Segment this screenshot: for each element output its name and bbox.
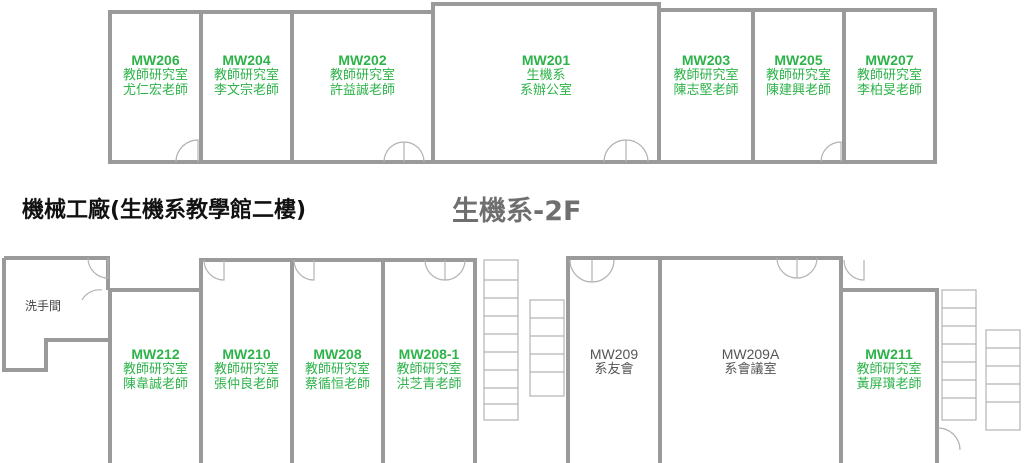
room-type: 生機系 [526,68,566,83]
room-occupant: 李文宗老師 [213,83,279,98]
door-arc [175,139,199,163]
room-mw212[interactable]: MW212 教師研究室 陳韋誠老師 [110,346,201,393]
room-code: MW206 [131,52,180,68]
room-occupant: 許益誠老師 [329,83,395,98]
room-occupant: 李柏旻老師 [856,83,922,98]
room-code: MW202 [338,52,387,68]
room-mw208[interactable]: MW208 教師研究室 蔡循恒老師 [292,346,383,393]
room-type: 教師研究室 [856,68,922,83]
room-code: MW210 [222,346,271,362]
staircase-left [483,259,565,421]
room-occupant: 張仲良老師 [213,377,279,392]
room-mw204[interactable]: MW204 教師研究室 李文宗老師 [201,52,292,99]
room-occupant: 尤仁宏老師 [122,83,188,98]
room-code: MW209 [589,346,639,362]
room-mw207[interactable]: MW207 教師研究室 李柏旻老師 [844,52,935,99]
room-code: MW211 [865,346,913,362]
room-type: 教師研究室 [856,362,922,377]
room-occupant: 陳建興老師 [765,83,831,98]
room-type: 教師研究室 [329,68,395,83]
room-code: MW201 [521,52,571,68]
room-occupant: 洪芝青老師 [396,377,462,392]
room-mw209[interactable]: MW209 系友會 [568,346,660,378]
room-type: 系友會 [594,362,634,377]
room-code: MW209A [721,346,780,362]
room-mw206[interactable]: MW206 教師研究室 尤仁宏老師 [110,52,201,99]
room-code: MW208 [313,346,362,362]
room-type: 教師研究室 [213,68,279,83]
room-type: 教師研究室 [122,68,188,83]
room-type: 教師研究室 [673,68,739,83]
floor-subtitle: 生機系-2F [452,196,582,227]
room-occupant: 陳韋誠老師 [122,377,188,392]
room-mw211[interactable]: MW211 教師研究室 黃屏瓚老師 [841,346,937,393]
restroom-label: 洗手間 [24,299,61,313]
map-title: 機械工廠(生機系教學館二樓) [22,198,307,223]
room-code: MW204 [222,52,271,68]
room-code: MW203 [681,52,731,68]
room-mw208-1[interactable]: MW208-1 教師研究室 洪芝青老師 [383,346,475,393]
room-type: 教師研究室 [765,68,831,83]
room-code: MW208-1 [398,346,460,362]
room-code: MW212 [131,346,180,362]
room-type: 教師研究室 [213,362,279,377]
room-mw209a[interactable]: MW209A 系會議室 [660,346,841,378]
restroom-walls [4,256,110,290]
room-occupant: 黃屏瓚老師 [856,377,922,392]
room-occupant: 陳志堅老師 [673,83,739,98]
room-occupant: 系辦公室 [519,83,572,98]
room-type: 系會議室 [724,362,777,377]
room-mw201[interactable]: MW201 生機系 系辦公室 [433,52,659,99]
room-mw210[interactable]: MW210 教師研究室 張仲良老師 [201,346,292,393]
room-code: MW207 [865,52,914,68]
staircase-right [941,289,1021,431]
room-occupant: 蔡循恒老師 [304,377,370,392]
room-type: 教師研究室 [396,362,462,377]
room-type: 教師研究室 [304,362,370,377]
room-mw205[interactable]: MW205 教師研究室 陳建興老師 [753,52,844,99]
room-type: 教師研究室 [122,362,188,377]
room-mw203[interactable]: MW203 教師研究室 陳志堅老師 [659,52,753,99]
room-code: MW205 [774,52,823,68]
room-mw202[interactable]: MW202 教師研究室 許益誠老師 [292,52,433,99]
